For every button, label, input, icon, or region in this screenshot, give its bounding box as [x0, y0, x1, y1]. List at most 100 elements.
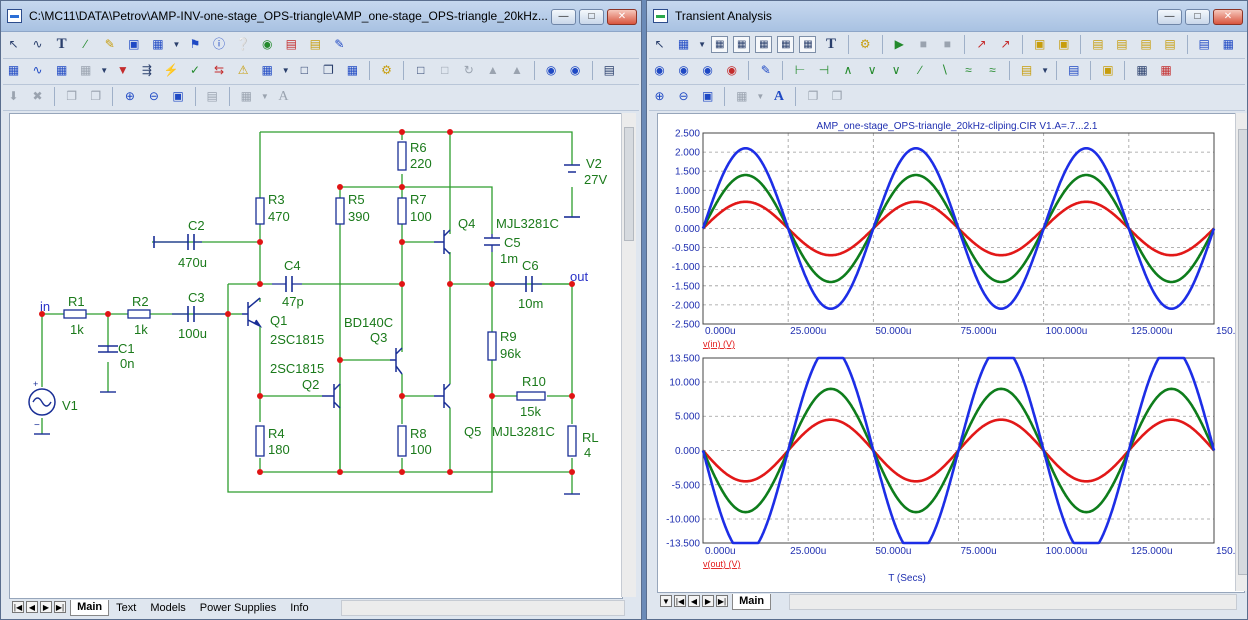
tab-main[interactable]: Main: [70, 600, 110, 616]
view-4-icon[interactable]: ▤: [1161, 35, 1180, 54]
paste-icon[interactable]: ❐: [828, 87, 847, 106]
copy-page-icon[interactable]: ❐: [319, 61, 338, 80]
arrange-icon[interactable]: ▦: [343, 61, 362, 80]
flow-icon[interactable]: ⇶: [137, 61, 156, 80]
dropdown-chevron-icon[interactable]: ▼: [172, 35, 180, 54]
warning-icon[interactable]: ⚠: [234, 61, 253, 80]
box-select-icon[interactable]: □: [411, 61, 430, 80]
print-icon[interactable]: ▤: [203, 87, 222, 106]
cursor-bottom-icon[interactable]: ≈: [983, 61, 1002, 80]
r3-symbol[interactable]: [255, 197, 265, 225]
r6-symbol[interactable]: [397, 141, 407, 171]
select-mode-icon[interactable]: ↖: [650, 35, 669, 54]
layout-icon[interactable]: ▦: [237, 87, 256, 106]
run-icon[interactable]: ▶: [890, 35, 909, 54]
minimize-button[interactable]: —: [1157, 9, 1182, 25]
zoom-icon[interactable]: ◉: [674, 61, 693, 80]
tab-info[interactable]: Info: [283, 600, 315, 617]
tag-icon[interactable]: ▦: [733, 36, 751, 53]
font-icon[interactable]: A: [274, 87, 293, 106]
text-mode-icon[interactable]: T: [52, 35, 71, 54]
scale-icon[interactable]: ▦: [711, 36, 729, 53]
model-icon[interactable]: ▼: [113, 61, 132, 80]
r9-symbol[interactable]: [487, 331, 497, 361]
first-page-button[interactable]: |◀: [674, 595, 686, 607]
fit-icon[interactable]: ▦: [1133, 61, 1152, 80]
notes-icon[interactable]: ✎: [330, 35, 349, 54]
grid-table-icon[interactable]: ▤: [306, 35, 325, 54]
grid-icon[interactable]: ▦: [258, 61, 277, 80]
schematic-title-bar[interactable]: C:\MC11\DATA\Petrov\AMP-INV-one-stage_OP…: [1, 1, 641, 32]
dropdown-chevron-icon[interactable]: ▼: [1041, 61, 1049, 80]
analysis-horizontal-scrollbar[interactable]: [789, 594, 1237, 610]
zoom-fit-icon[interactable]: ▣: [169, 87, 188, 106]
next-page-button[interactable]: ▶: [40, 601, 52, 613]
stepping-icon[interactable]: ↗: [972, 35, 991, 54]
analysis-vertical-scrollbar[interactable]: [1235, 113, 1247, 591]
component-icon[interactable]: ▣: [124, 35, 143, 54]
zoom-out-icon[interactable]: ⊖: [674, 87, 693, 106]
schematic-vertical-scrollbar[interactable]: [621, 113, 636, 597]
edit-icon[interactable]: ✎: [756, 61, 775, 80]
q5-symbol[interactable]: [434, 383, 451, 409]
zoom-icon[interactable]: ◉: [722, 61, 741, 80]
scroll-thumb[interactable]: [1238, 129, 1247, 575]
r10-symbol[interactable]: [516, 391, 546, 401]
numeric-output-icon[interactable]: ▤: [1064, 61, 1083, 80]
last-page-button[interactable]: ▶|: [716, 595, 728, 607]
r2-symbol[interactable]: [127, 309, 151, 319]
prev-page-button[interactable]: ◀: [688, 595, 700, 607]
copy-icon[interactable]: ❐: [62, 87, 81, 106]
last-page-button[interactable]: ▶|: [54, 601, 66, 613]
macro-icon[interactable]: ▦: [148, 35, 167, 54]
view-1-icon[interactable]: ▤: [1088, 35, 1107, 54]
maximize-button[interactable]: □: [1185, 9, 1210, 25]
stop-icon[interactable]: ■: [938, 35, 957, 54]
zoom-icon[interactable]: ◉: [650, 61, 669, 80]
page-icon[interactable]: □: [295, 61, 314, 80]
r5-symbol[interactable]: [335, 197, 345, 225]
flip-icon[interactable]: ▲: [507, 61, 526, 80]
settings-icon[interactable]: ⚙: [377, 61, 396, 80]
tab-models[interactable]: Models: [143, 600, 192, 617]
wire-mode-icon[interactable]: ∿: [28, 35, 47, 54]
prev-page-button[interactable]: ◀: [26, 601, 38, 613]
r7-symbol[interactable]: [397, 197, 407, 225]
find-binoculars-icon[interactable]: ◉: [542, 61, 561, 80]
c5-symbol[interactable]: [484, 237, 500, 246]
plot-area[interactable]: AMP_one-stage_OPS-triangle_20kHz-cliping…: [657, 113, 1247, 593]
select-mode-icon[interactable]: ↖: [4, 35, 23, 54]
go-down-icon[interactable]: ⬇: [4, 87, 23, 106]
tab-power-supplies[interactable]: Power Supplies: [193, 600, 283, 617]
rl-symbol[interactable]: [567, 425, 577, 457]
tile-icon[interactable]: ▤: [1195, 35, 1214, 54]
r8-symbol[interactable]: [397, 425, 407, 457]
paste-icon[interactable]: ❐: [86, 87, 105, 106]
q4-symbol[interactable]: [434, 229, 451, 255]
macro-icon[interactable]: ▦: [674, 35, 693, 54]
properties-icon[interactable]: ▤: [282, 35, 301, 54]
rotate-icon[interactable]: ↻: [459, 61, 478, 80]
dropdown-chevron-icon[interactable]: ▼: [756, 87, 764, 106]
zoom-in-icon[interactable]: ⊕: [120, 87, 139, 106]
cursor-global-low-icon[interactable]: ∖: [935, 61, 954, 80]
tab-main[interactable]: Main: [732, 594, 772, 610]
scroll-down-button[interactable]: ▼: [660, 595, 672, 607]
point-tag-icon[interactable]: ▦: [755, 36, 773, 53]
reset-icon[interactable]: ▦: [1157, 61, 1176, 80]
scroll-thumb[interactable]: [624, 127, 634, 241]
info-icon[interactable]: ⓘ: [210, 35, 229, 54]
r4-symbol[interactable]: [255, 425, 265, 457]
font-icon[interactable]: A: [769, 87, 788, 106]
limits-icon[interactable]: ▣: [1030, 35, 1049, 54]
dropdown-chevron-icon[interactable]: ▼: [100, 61, 108, 80]
dropdown-chevron-icon[interactable]: ▼: [698, 35, 706, 54]
flag-icon[interactable]: ⚑: [186, 35, 205, 54]
c4-symbol[interactable]: [285, 276, 293, 292]
zoom-icon[interactable]: ◉: [698, 61, 717, 80]
cursor-inflection-icon[interactable]: ∨: [887, 61, 906, 80]
check-icon[interactable]: ✓: [186, 61, 205, 80]
group-icon[interactable]: ▦: [76, 61, 95, 80]
vertical-tag-icon[interactable]: ▦: [799, 36, 817, 53]
text-icon[interactable]: T: [822, 35, 841, 54]
